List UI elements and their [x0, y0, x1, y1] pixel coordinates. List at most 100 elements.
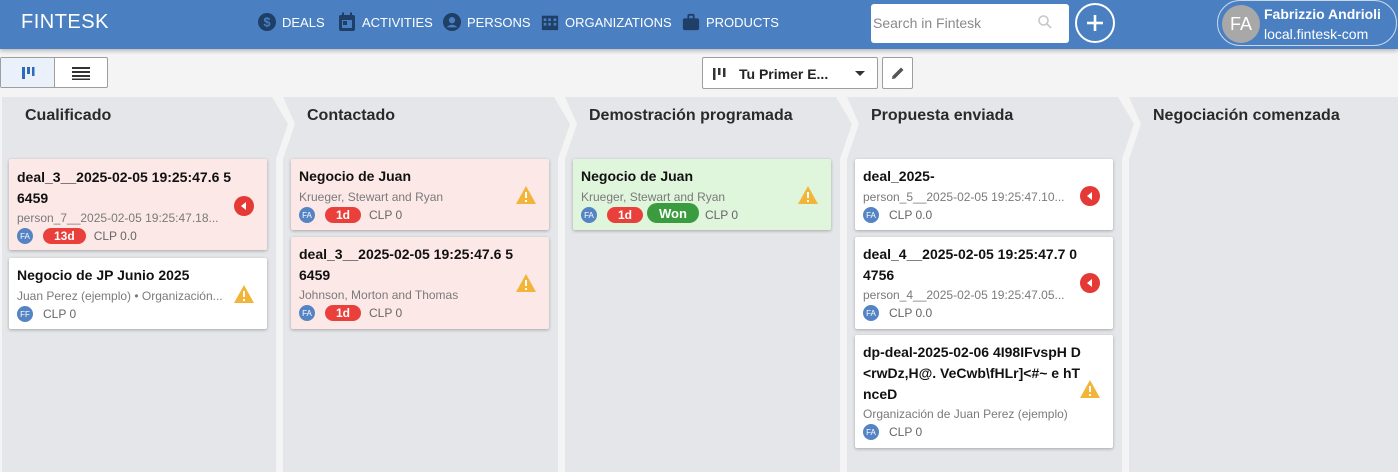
owner-avatar: FA: [299, 207, 315, 223]
pipeline-select-label: Tu Primer E...: [739, 66, 829, 82]
deal-amount: CLP 0: [704, 208, 739, 222]
kanban-icon: [21, 66, 34, 79]
top-app-bar: FINTESK $ DEALS ACTIVITIES PERSONS ORGAN…: [0, 0, 1398, 49]
briefcase-icon: [682, 12, 700, 32]
deal-title: dp-deal-2025-02-06 4I98IFvspH D<rwDz,H@.…: [863, 344, 1081, 402]
deal-meta: FA 1d CLP 0: [299, 207, 402, 223]
deal-subtitle: Juan Perez (ejemplo) • Organización...: [17, 289, 223, 303]
deal-title: deal_4__2025-02-05 19:25:47.7 04756: [863, 246, 1078, 283]
arrow-left-icon[interactable]: [1080, 273, 1100, 293]
owner-avatar: FA: [863, 424, 879, 440]
warning-icon: [798, 186, 818, 204]
nav-organizations[interactable]: ORGANIZATIONS: [541, 0, 672, 44]
stage-title-cualificado: Cualificado: [25, 107, 112, 124]
deal-amount: CLP 0: [369, 208, 403, 222]
deal-title: deal_3__2025-02-05 19:25:47.6 56459: [17, 169, 232, 206]
deal-amount: CLP 0: [889, 425, 923, 439]
deal-card[interactable]: deal_3__2025-02-05 19:25:47.6 56459 pers…: [9, 159, 267, 250]
deal-meta: FA 1d CLP 0: [299, 305, 402, 321]
pipeline-select[interactable]: Tu Primer E...: [702, 57, 878, 89]
user-name: Fabrizzio Andrioli: [1264, 6, 1381, 22]
deal-title: deal_2025-: [863, 168, 935, 184]
stage-title-propuesta: Propuesta enviada: [871, 107, 1014, 124]
list-view-button[interactable]: [54, 58, 107, 87]
deal-card[interactable]: Negocio de JP Junio 2025 Juan Perez (eje…: [9, 258, 267, 329]
stage-title-demostracion: Demostración programada: [589, 107, 793, 124]
deal-meta: FF CLP 0: [17, 306, 76, 322]
calendar-icon: [338, 12, 356, 32]
owner-avatar: FA: [863, 305, 879, 321]
owner-avatar: FA: [17, 228, 33, 244]
deal-meta: FA CLP 0.0: [863, 305, 932, 321]
deal-meta: FA CLP 0: [863, 424, 922, 440]
deal-subtitle: Johnson, Morton and Thomas: [299, 288, 459, 302]
stage-title-contactado: Contactado: [307, 107, 395, 124]
owner-avatar: FA: [863, 207, 879, 223]
deal-subtitle: Organización de Juan Perez (ejemplo): [863, 407, 1068, 421]
deal-title: Negocio de Juan: [581, 168, 694, 184]
user-menu[interactable]: FA Fabrizzio Andrioli local.fintesk-com: [1217, 0, 1397, 46]
deal-title: Negocio de JP Junio 2025: [17, 267, 190, 283]
pencil-icon: [891, 67, 903, 79]
add-button[interactable]: [1075, 3, 1115, 43]
overdue-badge: 1d: [607, 207, 644, 223]
deal-amount: CLP 0.0: [889, 208, 933, 222]
deal-card[interactable]: dp-deal-2025-02-06 4I98IFvspH D<rwDz,H@.…: [855, 335, 1113, 448]
search-icon[interactable]: [1037, 14, 1053, 30]
owner-avatar: FA: [581, 207, 597, 223]
deal-subtitle: person_7__2025-02-05 19:25:47.18...: [17, 211, 219, 225]
nav-deals[interactable]: $ DEALS: [258, 0, 325, 44]
dollar-icon: $: [258, 12, 276, 32]
deal-meta: FA 13d CLP 0.0: [17, 228, 137, 244]
chevron-down-icon: [855, 71, 865, 76]
warning-icon: [516, 186, 536, 204]
kanban-board: Cualificado Contactado Demostración prog…: [0, 97, 1398, 472]
arrow-left-icon[interactable]: [1080, 186, 1100, 206]
won-badge: Won: [647, 203, 699, 223]
deal-meta: FA CLP 0.0: [863, 207, 932, 223]
owner-avatar: FA: [299, 305, 315, 321]
nav-products[interactable]: PRODUCTS: [682, 0, 779, 44]
app-brand[interactable]: FINTESK: [21, 11, 109, 34]
kanban-view-button[interactable]: [1, 58, 54, 87]
avatar: FA: [1222, 5, 1260, 43]
deal-card[interactable]: deal_4__2025-02-05 19:25:47.7 04756 pers…: [855, 237, 1113, 329]
deal-card[interactable]: deal_2025- person_5__2025-02-05 19:25:47…: [855, 159, 1113, 230]
nav-persons[interactable]: PERSONS: [443, 0, 531, 44]
search-input[interactable]: [873, 12, 1033, 34]
svg-text:$: $: [263, 16, 270, 30]
view-toggle: [0, 57, 108, 88]
nav-activities-label: ACTIVITIES: [362, 14, 433, 30]
building-icon: [541, 12, 559, 32]
overdue-badge: 13d: [43, 228, 86, 244]
pipeline-icon: [712, 67, 726, 86]
deal-amount: CLP 0: [369, 306, 403, 320]
nav-organizations-label: ORGANIZATIONS: [565, 14, 672, 30]
deal-card[interactable]: Negocio de Juan Krueger, Stewart and Rya…: [291, 159, 549, 230]
warning-icon: [1080, 380, 1100, 398]
nav-deals-label: DEALS: [282, 14, 325, 30]
warning-icon: [516, 274, 536, 292]
nav-activities[interactable]: ACTIVITIES: [338, 0, 433, 44]
deal-amount: CLP 0: [43, 307, 77, 321]
deal-subtitle: person_4__2025-02-05 19:25:47.05...: [863, 288, 1065, 302]
deal-amount: CLP 0.0: [93, 229, 137, 243]
deal-subtitle: person_5__2025-02-05 19:25:47.10...: [863, 190, 1065, 204]
deal-subtitle: Krueger, Stewart and Ryan: [299, 190, 444, 204]
deal-card[interactable]: deal_3__2025-02-05 19:25:47.6 56459 John…: [291, 237, 549, 329]
overdue-badge: 1d: [325, 207, 362, 223]
nav-persons-label: PERSONS: [467, 14, 531, 30]
person-icon: [443, 12, 461, 32]
deal-title: deal_3__2025-02-05 19:25:47.6 56459: [299, 246, 514, 283]
deal-amount: CLP 0.0: [889, 306, 933, 320]
deal-card[interactable]: Negocio de Juan Krueger, Stewart and Rya…: [573, 159, 831, 230]
user-domain: local.fintesk-com: [1264, 26, 1369, 42]
nav-products-label: PRODUCTS: [706, 14, 779, 30]
deal-title: Negocio de Juan: [299, 168, 412, 184]
list-icon: [72, 66, 90, 80]
deal-subtitle: Krueger, Stewart and Ryan: [581, 190, 726, 204]
plus-icon: [1087, 15, 1103, 31]
stage-title-negociacion: Negociación comenzada: [1153, 107, 1340, 124]
edit-pipeline-button[interactable]: [882, 57, 913, 89]
arrow-left-icon[interactable]: [234, 196, 254, 216]
